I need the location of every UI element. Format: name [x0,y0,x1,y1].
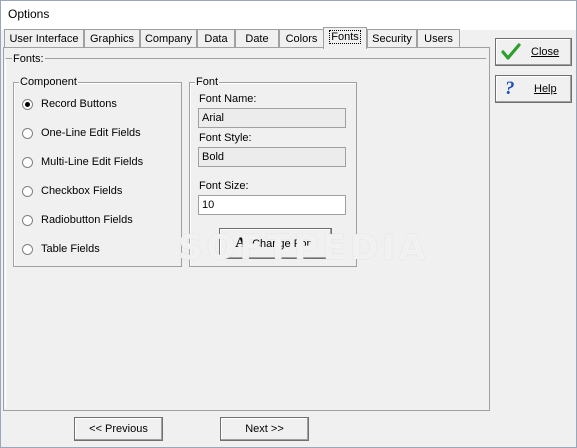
radio-label: Checkbox Fields [41,185,123,197]
radio-indicator[interactable] [22,214,33,226]
checkmark-icon [501,43,521,60]
radio-label: Radiobutton Fields [41,214,133,226]
font-name-field: Arial [198,108,346,128]
question-mark-icon: ? [505,78,515,99]
radio-checkbox-fields[interactable]: Checkbox Fields [22,185,122,197]
radio-indicator[interactable] [22,185,33,197]
font-size-field[interactable]: 10 [198,195,346,215]
font-size-label: Font Size: [199,180,249,192]
radio-label: Record Buttons [41,98,117,110]
title-bar: Options [1,1,576,30]
previous-label: << Previous [89,423,148,435]
radio-label: One-Line Edit Fields [41,127,141,139]
component-group-label: Component [19,76,78,88]
fonts-section-label: Fonts: [12,53,45,65]
radio-table-fields[interactable]: Table Fields [22,243,100,255]
font-icon: A [235,235,247,251]
tab-company[interactable]: Company [140,29,197,48]
change-font-label: Change Font [252,237,316,250]
radio-indicator[interactable] [22,127,33,139]
font-style-label: Font Style: [199,132,252,144]
next-button[interactable]: Next >> [220,417,309,441]
next-label: Next >> [245,423,284,435]
close-button[interactable]: Close [495,38,572,66]
radio-indicator[interactable] [22,156,33,168]
radio-one-line-edit-fields[interactable]: One-Line Edit Fields [22,127,141,139]
help-button[interactable]: ? Help [495,75,572,103]
window-title: Options [8,7,50,21]
tab-fonts[interactable]: Fonts [323,27,367,49]
radio-record-buttons[interactable]: Record Buttons [22,98,117,110]
font-group-label: Font [195,76,220,88]
change-font-button[interactable]: A Change Font [219,228,332,259]
font-name-label: Font Name: [199,93,257,105]
radio-radiobutton-fields[interactable]: Radiobutton Fields [22,214,133,226]
radio-label: Multi-Line Edit Fields [41,156,144,168]
tab-graphics[interactable]: Graphics [84,29,140,48]
tab-date[interactable]: Date [235,29,279,48]
radio-indicator[interactable] [22,243,33,255]
radio-multi-line-edit-fields[interactable]: Multi-Line Edit Fields [22,156,143,168]
tab-colors[interactable]: Colors [279,29,324,48]
help-label: Help [534,83,557,95]
tab-users[interactable]: Users [417,29,460,48]
font-style-field: Bold [198,147,346,167]
tab-user-interface[interactable]: User Interface [4,29,84,48]
tab-data[interactable]: Data [197,29,235,48]
previous-button[interactable]: << Previous [74,417,163,441]
tab-security[interactable]: Security [367,29,417,48]
radio-indicator[interactable] [22,98,33,110]
close-label: Close [531,46,560,58]
radio-label: Table Fields [41,243,100,255]
